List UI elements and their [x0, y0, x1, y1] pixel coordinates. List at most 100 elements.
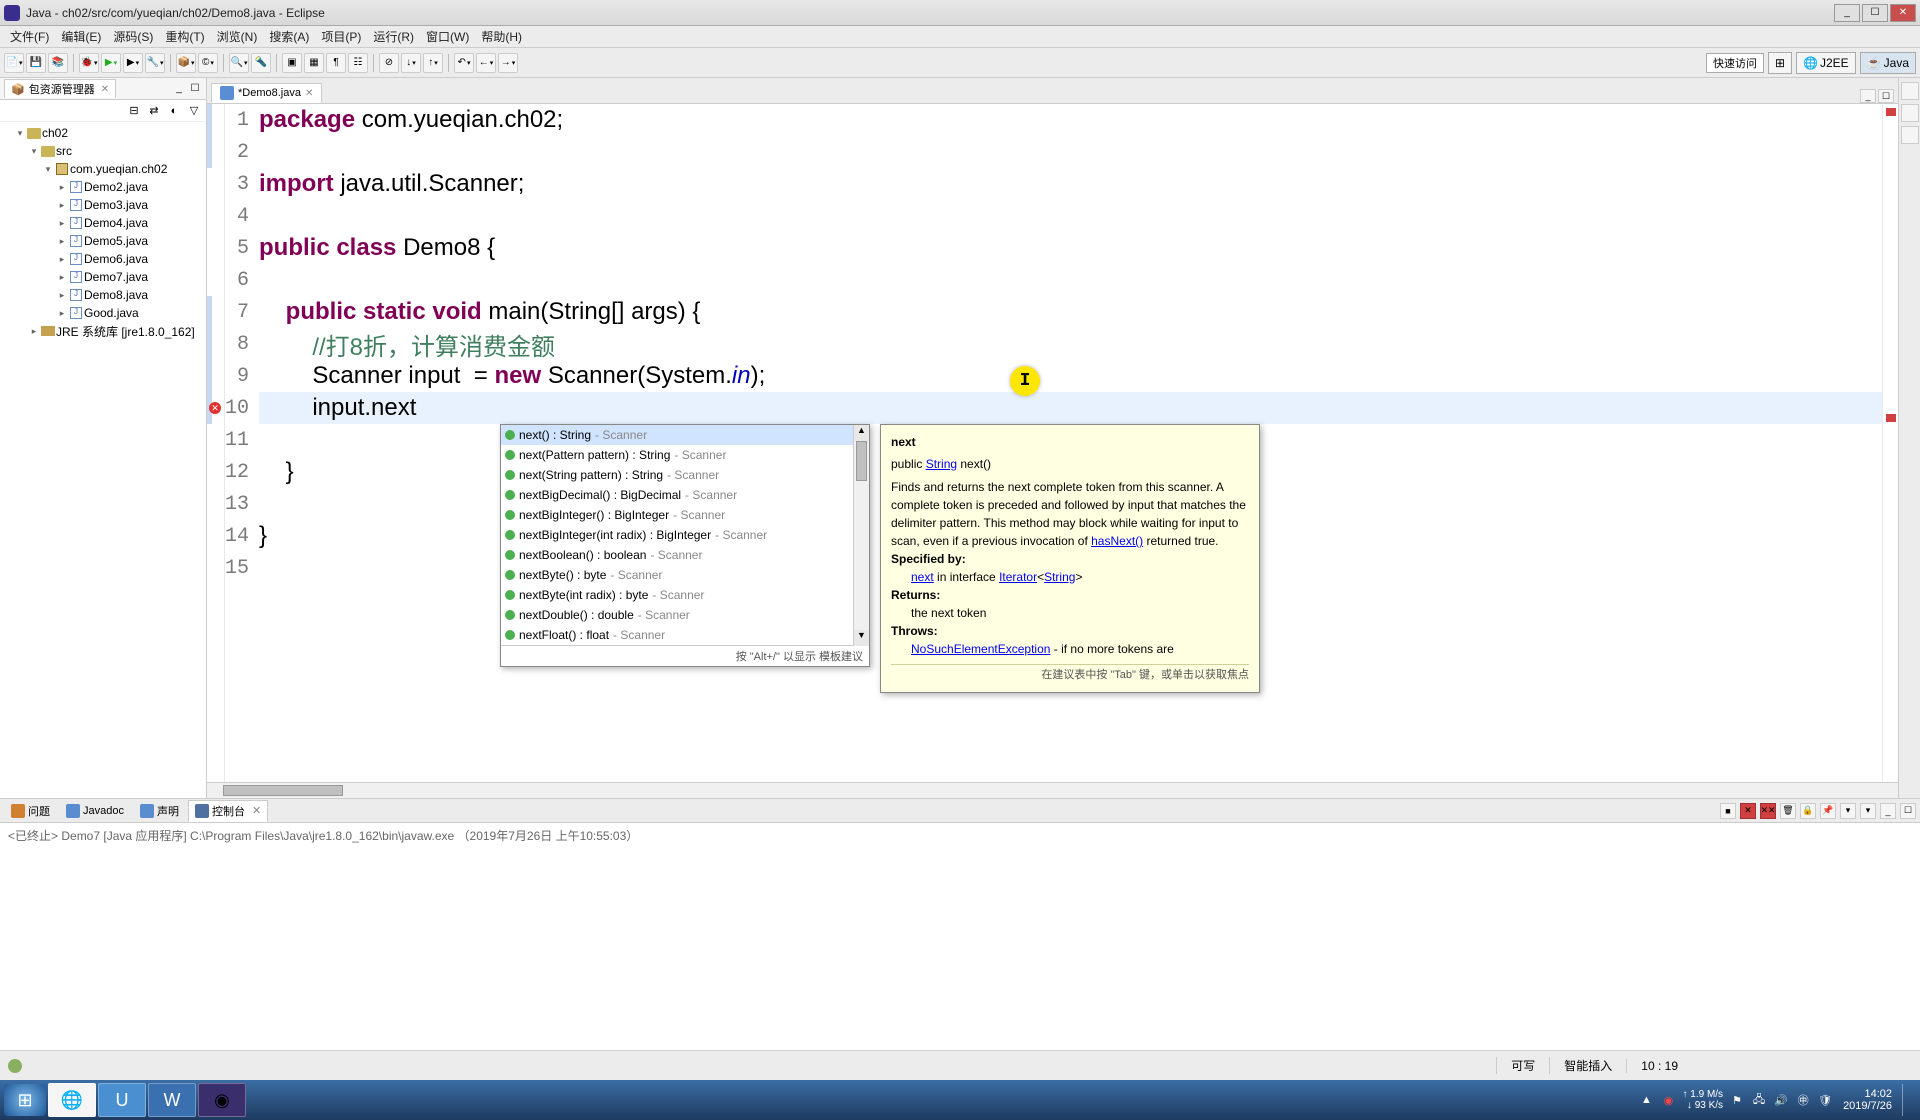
close-tab-icon[interactable]: ✕ — [101, 84, 109, 95]
tray-volume-icon[interactable]: 🔊 — [1773, 1092, 1789, 1108]
start-button[interactable]: ⊞ — [4, 1084, 46, 1116]
autocomplete-popup[interactable]: next() : String - Scanner next(Pattern p… — [500, 424, 870, 667]
show-desktop-button[interactable] — [1902, 1084, 1910, 1116]
javadoc-popup[interactable]: next public String next() Finds and retu… — [880, 424, 1260, 693]
debug-button[interactable]: 🐞 — [79, 53, 99, 73]
last-edit-button[interactable]: ↶ — [454, 53, 474, 73]
menu-run[interactable]: 运行(R) — [367, 28, 420, 45]
menu-search[interactable]: 搜索(A) — [263, 28, 315, 45]
doc-link-hasnext[interactable]: hasNext() — [1091, 534, 1143, 548]
tree-file[interactable]: Demo5.java — [84, 234, 148, 248]
project-tree[interactable]: ▾ch02 ▾src ▾com.yueqian.ch02 ▸Demo2.java… — [0, 122, 206, 798]
close-editor-tab-icon[interactable]: ✕ — [305, 88, 313, 99]
save-button[interactable]: 💾 — [26, 53, 46, 73]
tree-file[interactable]: Demo6.java — [84, 252, 148, 266]
remove-all-terminated-icon[interactable]: ✕✕ — [1760, 803, 1776, 819]
tree-package[interactable]: com.yueqian.ch02 — [70, 162, 167, 176]
package-explorer-tab[interactable]: 📦 包资源管理器 ✕ — [4, 79, 116, 98]
doc-link-string2[interactable]: String — [1044, 570, 1075, 584]
run-last-button[interactable]: ▶ — [123, 53, 143, 73]
terminate-icon[interactable]: ■ — [1720, 803, 1736, 819]
show-whitespace-button[interactable]: ¶ — [326, 53, 346, 73]
tree-file[interactable]: Demo7.java — [84, 270, 148, 284]
minimize-button[interactable]: _ — [1834, 4, 1860, 22]
view-menu-icon[interactable]: ▽ — [186, 103, 202, 119]
doc-link-iterator[interactable]: Iterator — [999, 570, 1037, 584]
autocomplete-scrollbar[interactable]: ▲▼ — [853, 425, 869, 646]
autocomplete-item[interactable]: nextBigInteger() : BigInteger - Scanner — [501, 505, 869, 525]
menu-project[interactable]: 项目(P) — [315, 28, 367, 45]
clear-console-icon[interactable]: 🗑 — [1780, 803, 1796, 819]
error-marker-icon[interactable]: ✕ — [209, 402, 221, 414]
pin-console-icon[interactable]: 📌 — [1820, 803, 1836, 819]
autocomplete-item[interactable]: nextBigInteger(int radix) : BigInteger -… — [501, 525, 869, 545]
minimize-view-icon[interactable]: _ — [172, 82, 186, 96]
tab-declaration[interactable]: 声明 — [133, 800, 186, 822]
save-all-button[interactable]: 📚 — [48, 53, 68, 73]
maximize-console-icon[interactable]: ☐ — [1900, 803, 1916, 819]
run-button[interactable]: ▶ — [101, 53, 121, 73]
tab-javadoc[interactable]: Javadoc — [59, 801, 131, 821]
menu-file[interactable]: 文件(F) — [4, 28, 55, 45]
search-button[interactable]: 🔦 — [251, 53, 271, 73]
console-body[interactable] — [0, 848, 1920, 1050]
minimap-icon[interactable] — [1901, 126, 1919, 144]
maximize-view-icon[interactable]: ☐ — [188, 82, 202, 96]
skip-breakpoints-button[interactable]: ⊘ — [379, 53, 399, 73]
menu-help[interactable]: 帮助(H) — [475, 28, 528, 45]
tray-clock[interactable]: 14:02 2019/7/26 — [1839, 1088, 1896, 1112]
forward-button[interactable]: → — [498, 53, 518, 73]
tray-safe-icon[interactable]: 🛡 — [1817, 1092, 1833, 1108]
editor-minimize-icon[interactable]: _ — [1860, 89, 1876, 103]
tab-problems[interactable]: 问题 — [4, 800, 57, 822]
tree-file[interactable]: Demo2.java — [84, 180, 148, 194]
tree-project[interactable]: ch02 — [42, 126, 68, 140]
open-type-button[interactable]: 🔍 — [229, 53, 249, 73]
autocomplete-item[interactable]: nextDouble() : double - Scanner — [501, 605, 869, 625]
tray-ime-icon[interactable]: ㊥ — [1795, 1092, 1811, 1108]
remove-terminated-icon[interactable]: ✕ — [1740, 803, 1756, 819]
tray-up-icon[interactable]: ▲ — [1638, 1092, 1654, 1108]
toggle-breadcrumb-button[interactable]: ☷ — [348, 53, 368, 73]
autocomplete-item[interactable]: next(String pattern) : String - Scanner — [501, 465, 869, 485]
menu-refactor[interactable]: 重构(T) — [159, 28, 210, 45]
quick-access[interactable]: 快速访问 — [1706, 53, 1764, 73]
scroll-lock-icon[interactable]: 🔒 — [1800, 803, 1816, 819]
open-perspective-button[interactable]: ⊞ — [1768, 52, 1792, 74]
close-console-icon[interactable]: ✕ — [252, 804, 261, 817]
new-package-button[interactable]: 📦 — [176, 53, 196, 73]
back-button[interactable]: ← — [476, 53, 496, 73]
task-list-icon[interactable] — [1901, 104, 1919, 122]
perspective-j2ee[interactable]: 🌐J2EE — [1796, 52, 1856, 74]
prev-annotation-button[interactable]: ↑ — [423, 53, 443, 73]
tree-src[interactable]: src — [56, 144, 72, 158]
taskbar-eclipse[interactable]: ◉ — [198, 1083, 246, 1117]
tree-file[interactable]: Demo8.java — [84, 288, 148, 302]
taskbar-chrome[interactable]: 🌐 — [48, 1083, 96, 1117]
doc-link-next[interactable]: next — [911, 570, 934, 584]
link-editor-icon[interactable]: ⇄ — [146, 103, 162, 119]
tree-file[interactable]: Demo4.java — [84, 216, 148, 230]
doc-link-string[interactable]: String — [926, 457, 957, 471]
outline-view-icon[interactable] — [1901, 82, 1919, 100]
tree-file[interactable]: Demo3.java — [84, 198, 148, 212]
menu-window[interactable]: 窗口(W) — [420, 28, 475, 45]
focus-task-icon[interactable]: ◐ — [166, 103, 182, 119]
tray-network-icon[interactable]: 🖧 — [1751, 1092, 1767, 1108]
close-button[interactable]: ✕ — [1890, 4, 1916, 22]
editor-hscrollbar[interactable] — [207, 782, 1898, 798]
autocomplete-item[interactable]: nextFloat() : float - Scanner — [501, 625, 869, 645]
menu-edit[interactable]: 编辑(E) — [55, 28, 107, 45]
autocomplete-item[interactable]: nextByte(int radix) : byte - Scanner — [501, 585, 869, 605]
toggle-block-button[interactable]: ▦ — [304, 53, 324, 73]
menu-navigate[interactable]: 浏览(N) — [211, 28, 264, 45]
next-annotation-button[interactable]: ↓ — [401, 53, 421, 73]
doc-link-exception[interactable]: NoSuchElementException — [911, 642, 1050, 656]
autocomplete-item[interactable]: nextByte() : byte - Scanner — [501, 565, 869, 585]
autocomplete-item[interactable]: next() : String - Scanner — [501, 425, 869, 445]
perspective-java[interactable]: ☕Java — [1860, 52, 1916, 74]
tree-jre[interactable]: JRE 系统库 [jre1.8.0_162] — [56, 323, 195, 340]
open-console-icon[interactable]: ▾ — [1860, 803, 1876, 819]
autocomplete-item[interactable]: next(Pattern pattern) : String - Scanner — [501, 445, 869, 465]
display-console-icon[interactable]: ▾ — [1840, 803, 1856, 819]
